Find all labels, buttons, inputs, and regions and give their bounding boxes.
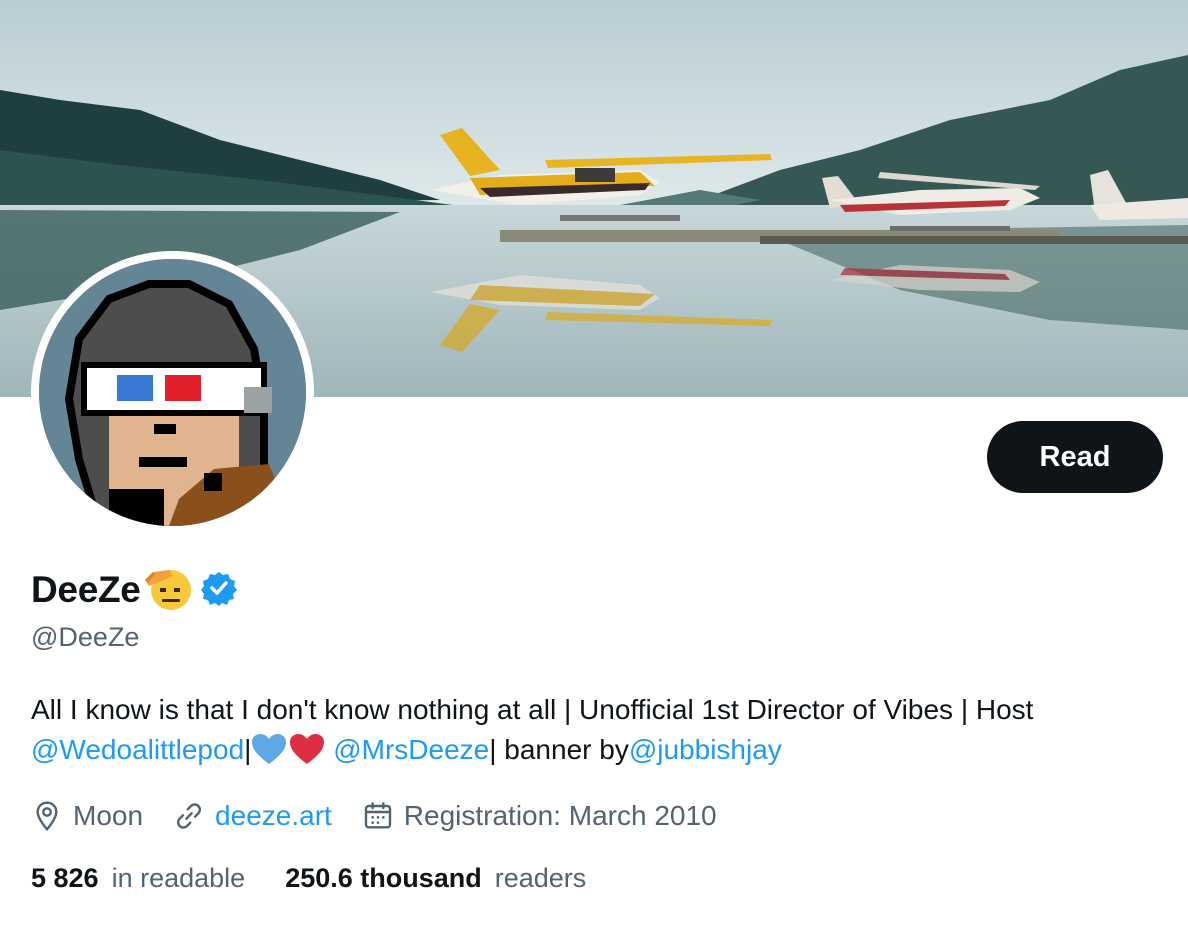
avatar-image xyxy=(39,259,306,526)
blue-heart-emoji xyxy=(251,733,287,776)
mention-link[interactable]: @Wedoalittlepod xyxy=(31,734,244,765)
avatar[interactable] xyxy=(31,251,314,534)
profile-meta: Moon deeze.art Registration: March 2010 xyxy=(31,795,747,837)
profile-bio: All I know is that I don't know nothing … xyxy=(31,690,1161,776)
mention-link[interactable]: @jubbishjay xyxy=(629,734,782,765)
following-count[interactable]: 5 826 xyxy=(31,863,99,894)
location-pin-icon xyxy=(36,801,58,832)
website-link[interactable]: deeze.art xyxy=(215,800,332,832)
read-button[interactable]: Read xyxy=(987,421,1163,493)
location-item: Moon xyxy=(31,800,143,832)
mention-link[interactable]: @MrsDeeze xyxy=(333,734,489,765)
calendar-icon xyxy=(364,802,391,829)
link-icon xyxy=(177,803,202,829)
verified-badge-icon[interactable] xyxy=(200,570,237,611)
registration-item: Registration: March 2010 xyxy=(362,800,717,832)
red-heart-emoji xyxy=(289,733,325,776)
bio-text: All I know is that I don't know nothing … xyxy=(31,694,1034,725)
following-label[interactable]: in readable xyxy=(112,863,246,894)
registration-text: Registration: March 2010 xyxy=(403,800,717,831)
bio-separator: | xyxy=(244,734,252,765)
location-text: Moon xyxy=(73,800,144,831)
bio-text: | banner by xyxy=(489,734,629,765)
website-item[interactable]: deeze.art xyxy=(173,800,332,832)
followers-count[interactable]: 250.6 thousand xyxy=(285,863,482,894)
user-handle: @DeeZe xyxy=(31,622,140,652)
display-name: DeeZe xyxy=(31,569,141,610)
profile-stats: 5 826 in readable 250.6 thousand readers xyxy=(31,858,626,898)
profile-name-row: DeeZe xyxy=(31,565,237,615)
followers-label[interactable]: readers xyxy=(495,863,587,894)
saluting-face-emoji xyxy=(143,564,195,617)
